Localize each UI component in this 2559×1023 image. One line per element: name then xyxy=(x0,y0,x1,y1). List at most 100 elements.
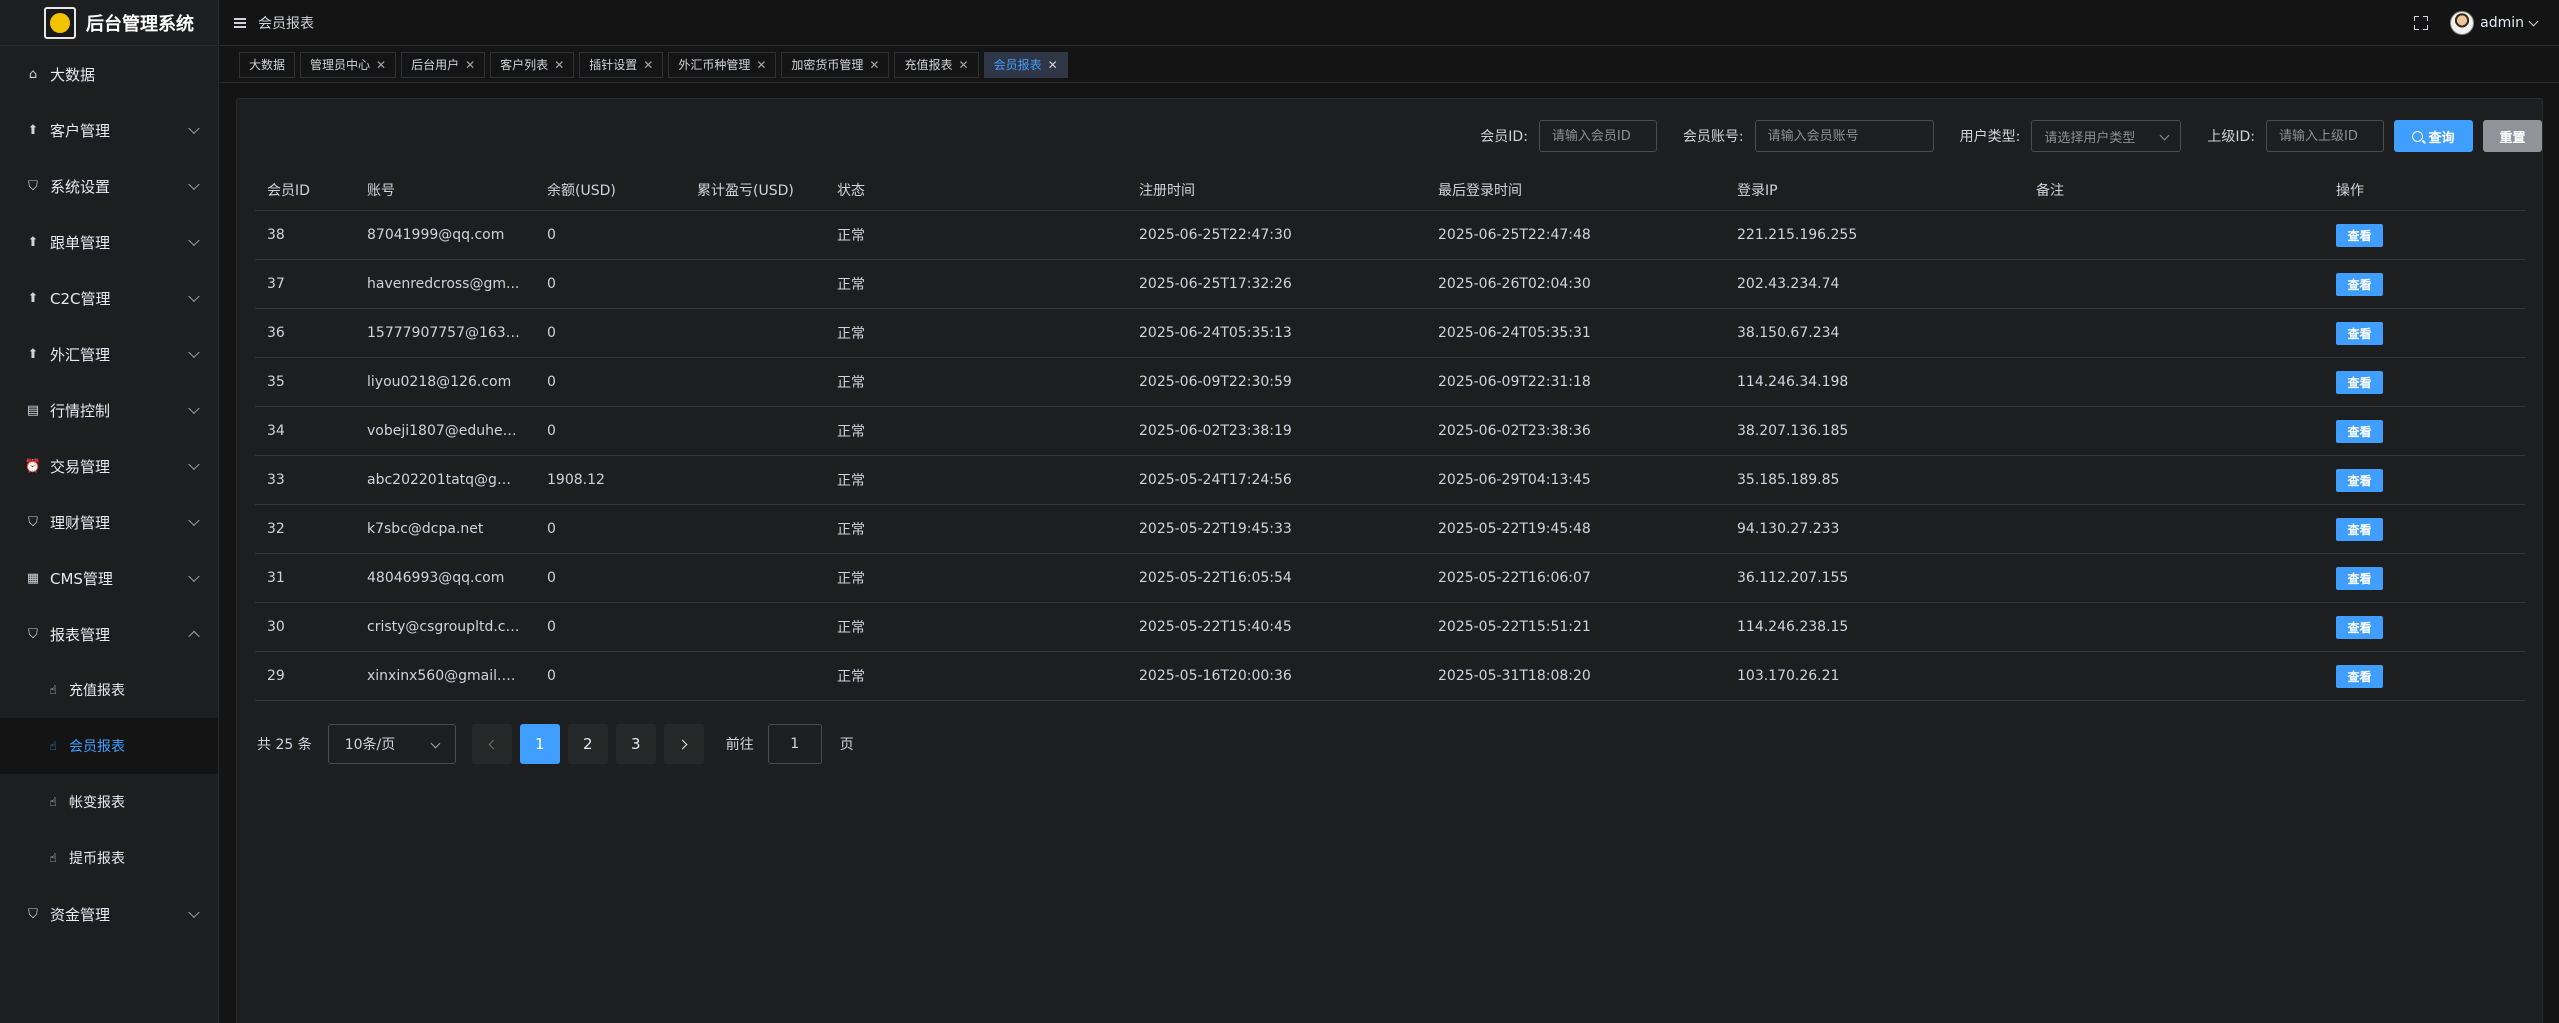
sidebar-subitem[interactable]: ☝ 会员报表 xyxy=(0,718,218,774)
reset-button[interactable]: 重置 xyxy=(2483,120,2542,152)
view-button[interactable]: 查看 xyxy=(2336,517,2383,541)
login-ip-cell: 38.150.67.234 xyxy=(1737,325,1840,341)
hand-icon: ☝ xyxy=(49,851,57,865)
sidebar-item[interactable]: ⛉ 资金管理 xyxy=(0,886,218,942)
view-button[interactable]: 查看 xyxy=(2336,664,2383,688)
login-ip-cell: 94.130.27.233 xyxy=(1737,521,1840,537)
sidebar-item[interactable]: ⬆ 跟单管理 xyxy=(0,214,218,270)
close-icon[interactable]: ✕ xyxy=(554,58,564,72)
view-button[interactable]: 查看 xyxy=(2336,223,2383,247)
last-login-cell: 2025-06-09T22:31:18 xyxy=(1438,374,1591,390)
tab[interactable]: 后台用户 ✕ xyxy=(401,51,486,78)
sidebar-subitem[interactable]: ☝ 充值报表 xyxy=(0,662,218,718)
query-button-label: 查询 xyxy=(2428,130,2455,146)
logo-icon xyxy=(44,6,76,39)
view-button[interactable]: 查看 xyxy=(2336,321,2383,345)
page-number-button[interactable]: 2 xyxy=(567,724,608,764)
register-time-cell: 2025-06-25T22:47:30 xyxy=(1139,227,1292,243)
tab-label: 客户列表 xyxy=(500,58,549,72)
member-id-cell: 32 xyxy=(267,521,285,537)
fullscreen-icon[interactable] xyxy=(2414,16,2429,30)
column-header: 备注 xyxy=(2036,183,2064,199)
balance-cell: 0 xyxy=(547,521,556,537)
sidebar-item[interactable]: ▦ CMS管理 xyxy=(0,550,218,606)
page-number-button[interactable]: 3 xyxy=(615,724,656,764)
sidebar-item[interactable]: ⬆ 客户管理 xyxy=(0,102,218,158)
balance-cell: 0 xyxy=(547,374,556,390)
view-button[interactable]: 查看 xyxy=(2336,615,2383,639)
view-button[interactable]: 查看 xyxy=(2336,370,2383,394)
page-size-select[interactable]: 10条/页 xyxy=(327,724,456,764)
member-table: 会员ID 账号 余额(USD) 累计盈亏(USD) 状态 注册时间 最后登录时间 登录IP 备注… xyxy=(255,170,2525,701)
sidebar-subitem[interactable]: ☝ 帐变报表 xyxy=(0,774,218,830)
close-icon[interactable]: ✕ xyxy=(1048,58,1058,72)
account-input[interactable] xyxy=(1754,120,1934,152)
close-icon[interactable]: ✕ xyxy=(869,58,879,72)
tab[interactable]: 插针设置 ✕ xyxy=(579,51,664,78)
goto-page-input[interactable]: 1 xyxy=(767,724,822,764)
member-id-input[interactable] xyxy=(1538,120,1657,152)
avatar[interactable] xyxy=(2450,11,2475,35)
sidebar-item[interactable]: ⛉ 报表管理 xyxy=(0,606,218,662)
app-title: 后台管理系统 xyxy=(86,13,194,35)
sidebar-subitem-label: 提币报表 xyxy=(69,851,125,867)
sidebar-item-label: CMS管理 xyxy=(50,569,113,588)
tab[interactable]: 充值报表 ✕ xyxy=(894,51,979,78)
chevron-down-icon xyxy=(188,290,200,303)
close-icon[interactable]: ✕ xyxy=(376,58,386,72)
prev-page-button[interactable] xyxy=(471,724,512,764)
brand: 后台管理系统 xyxy=(0,0,218,46)
view-button[interactable]: 查看 xyxy=(2336,419,2383,443)
column-header: 余额(USD) xyxy=(547,183,616,199)
user-type-select[interactable]: 请选择用户类型 xyxy=(2031,120,2182,152)
sidebar-item-label: 系统设置 xyxy=(50,177,111,196)
view-button[interactable]: 查看 xyxy=(2336,468,2383,492)
register-time-cell: 2025-06-09T22:30:59 xyxy=(1139,374,1292,390)
next-page-button[interactable] xyxy=(663,724,704,764)
close-icon[interactable]: ✕ xyxy=(643,58,653,72)
sidebar-item[interactable]: ⬆ C2C管理 xyxy=(0,270,218,326)
sidebar-item[interactable]: ⛉ 理财管理 xyxy=(0,494,218,550)
table-header: 会员ID 账号 余额(USD) 累计盈亏(USD) 状态 注册时间 最后登录时间 登录IP 备注… xyxy=(255,170,2525,211)
balance-cell: 0 xyxy=(547,668,556,684)
login-ip-cell: 35.185.189.85 xyxy=(1737,472,1840,488)
header-actions: admin xyxy=(2414,0,2539,46)
account-cell: 87041999@qq.com xyxy=(367,227,505,243)
tab[interactable]: 大数据 xyxy=(239,51,296,78)
close-icon[interactable]: ✕ xyxy=(465,58,475,72)
chevron-down-icon[interactable] xyxy=(2528,16,2539,26)
tab[interactable]: 管理员中心 ✕ xyxy=(300,51,397,78)
view-button[interactable]: 查看 xyxy=(2336,566,2383,590)
sidebar-item[interactable]: ⬆ 外汇管理 xyxy=(0,326,218,382)
sidebar-item[interactable]: ⏰ 交易管理 xyxy=(0,438,218,494)
view-button[interactable]: 查看 xyxy=(2336,272,2383,296)
close-icon[interactable]: ✕ xyxy=(756,58,766,72)
tab-label: 后台用户 xyxy=(411,58,460,72)
tab[interactable]: 会员报表 ✕ xyxy=(983,51,1068,78)
page-number-button[interactable]: 1 xyxy=(519,724,560,764)
sidebar-item[interactable]: ▤ 行情控制 xyxy=(0,382,218,438)
sidebar-subitem[interactable]: ☝ 提币报表 xyxy=(0,830,218,886)
chevron-down-icon xyxy=(188,234,200,247)
menu-toggle-icon[interactable] xyxy=(234,17,246,28)
query-button[interactable]: 查询 xyxy=(2394,120,2473,152)
tab[interactable]: 加密货币管理 ✕ xyxy=(781,51,890,78)
table-row: 31 48046993@qq.com 0 正常 2025-05-22T16:05:54 2… xyxy=(255,554,2525,603)
login-ip-cell: 36.112.207.155 xyxy=(1737,570,1849,586)
column-header: 账号 xyxy=(367,183,395,199)
parent-id-input[interactable] xyxy=(2266,120,2384,152)
sidebar-item[interactable]: ⛉ 系统设置 xyxy=(0,158,218,214)
status-cell: 正常 xyxy=(837,375,865,391)
action-cell: 查看 xyxy=(2324,517,2525,541)
close-icon[interactable]: ✕ xyxy=(959,58,969,72)
chevron-down-icon xyxy=(188,514,200,527)
user-type-placeholder: 请选择用户类型 xyxy=(2044,130,2136,146)
tab[interactable]: 客户列表 ✕ xyxy=(490,51,575,78)
user-name[interactable]: admin xyxy=(2480,15,2524,31)
tab[interactable]: 外汇币种管理 ✕ xyxy=(668,51,777,78)
tab-label: 会员报表 xyxy=(993,58,1042,72)
sidebar-item[interactable]: ⌂ 大数据 xyxy=(0,46,218,102)
hand-icon: ☝ xyxy=(49,795,57,809)
login-ip-cell: 221.215.196.255 xyxy=(1737,227,1858,243)
login-ip-cell: 202.43.234.74 xyxy=(1737,276,1840,292)
